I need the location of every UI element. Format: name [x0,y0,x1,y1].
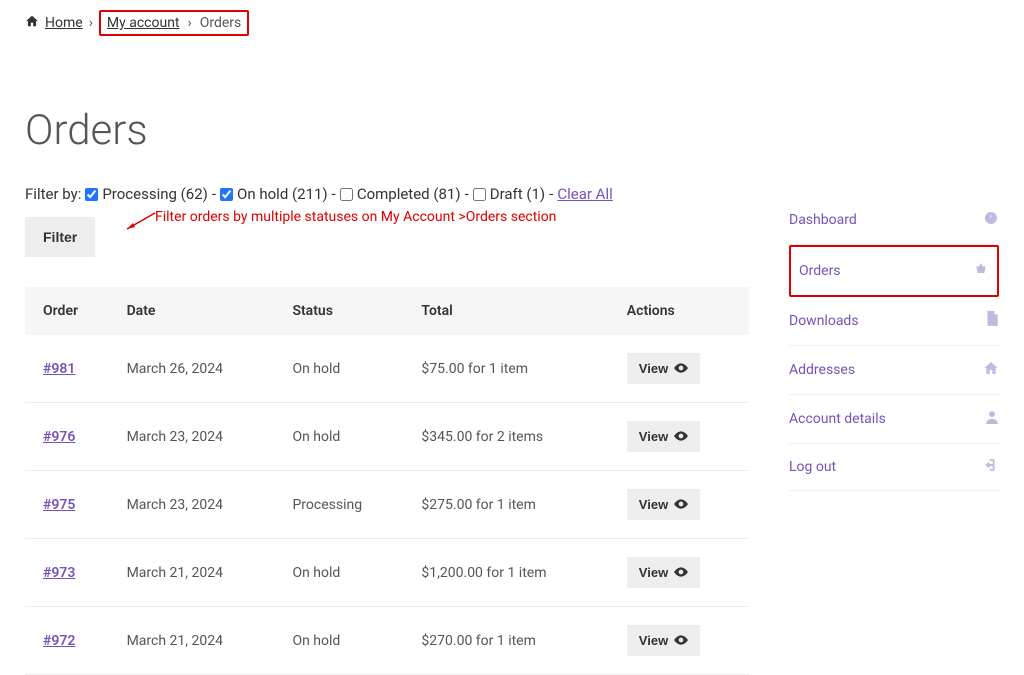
order-link[interactable]: #981 [43,361,75,377]
th-total: Total [409,287,614,335]
sidebar-item-orders[interactable]: Orders [789,245,999,297]
sidebar-item-account-details[interactable]: Account details [789,395,999,444]
order-date: March 23, 2024 [115,471,281,539]
order-link[interactable]: #975 [43,497,75,513]
order-date: March 21, 2024 [115,607,281,675]
order-total: $1,200.00 for 1 item [409,539,614,607]
home-icon [983,360,999,380]
order-status: On hold [280,607,409,675]
sidebar-item-addresses[interactable]: Addresses [789,346,999,395]
orders-table: Order Date Status Total Actions #981 Marc… [25,287,749,675]
view-button[interactable]: View [627,421,700,452]
file-icon [985,311,999,331]
eye-icon [674,565,688,580]
order-total: $75.00 for 1 item [409,335,614,403]
filter-label: Filter by: [25,185,81,203]
eye-icon [674,497,688,512]
view-button[interactable]: View [627,557,700,588]
account-sidebar: Dashboard Orders Downloads Addresses Account… [789,36,999,675]
view-button[interactable]: View [627,625,700,656]
order-link[interactable]: #972 [43,633,75,649]
filter-checkbox-draft[interactable] [473,188,486,201]
sidebar-item-downloads[interactable]: Downloads [789,297,999,346]
filter-checkbox-completed[interactable] [340,188,353,201]
breadcrumb: Home › My account › Orders [0,0,1024,36]
order-status: Processing [280,471,409,539]
order-status: On hold [280,403,409,471]
home-icon [25,14,39,32]
filter-option-label: Processing (62) [102,185,208,203]
sidebar-item-label: Log out [789,459,836,475]
filter-option-label: On hold (211) [237,185,328,203]
page-title: Orders [25,106,749,155]
sidebar-item-label: Account details [789,411,886,427]
breadcrumb-my-account[interactable]: My account [107,15,180,31]
sidebar-item-label: Downloads [789,313,859,329]
order-date: March 26, 2024 [115,335,281,403]
filter-checkbox-onhold[interactable] [220,188,233,201]
user-icon [985,409,999,429]
chevron-right-icon: › [188,15,192,31]
th-status: Status [280,287,409,335]
th-actions: Actions [615,287,749,335]
order-status: On hold [280,335,409,403]
filter-button[interactable]: Filter [25,217,95,257]
filter-option-label: Completed (81) [357,185,461,203]
filter-option-label: Draft (1) [490,185,545,203]
dashboard-icon [983,210,999,230]
annotation-arrow-icon [123,211,157,233]
eye-icon [674,361,688,376]
table-row: #981 March 26, 2024On hold$75.00 for 1 it… [25,335,749,403]
view-button[interactable]: View [627,489,700,520]
annotation-text: Filter orders by multiple statuses on My… [155,209,556,225]
order-link[interactable]: #976 [43,429,75,445]
order-total: $270.00 for 1 item [409,607,614,675]
view-button[interactable]: View [627,353,700,384]
chevron-right-icon: › [89,15,93,31]
basket-icon [973,261,989,281]
order-link[interactable]: #973 [43,565,75,581]
logout-icon [983,458,999,476]
order-total: $275.00 for 1 item [409,471,614,539]
table-row: #972 March 21, 2024On hold$270.00 for 1 i… [25,607,749,675]
order-status: On hold [280,539,409,607]
th-order: Order [25,287,115,335]
table-row: #976 March 23, 2024On hold$345.00 for 2 i… [25,403,749,471]
order-date: March 23, 2024 [115,403,281,471]
breadcrumb-current: Orders [200,15,242,31]
breadcrumb-highlight: My account › Orders [99,10,249,36]
order-date: March 21, 2024 [115,539,281,607]
sidebar-item-label: Orders [799,263,841,279]
sidebar-item-label: Addresses [789,362,855,378]
clear-all-link[interactable]: Clear All [557,185,612,203]
table-row: #975 March 23, 2024Processing$275.00 for … [25,471,749,539]
th-date: Date [115,287,281,335]
sidebar-item-dashboard[interactable]: Dashboard [789,196,999,245]
sidebar-item-label: Dashboard [789,212,857,228]
breadcrumb-home[interactable]: Home [45,15,83,31]
sidebar-item-log-out[interactable]: Log out [789,444,999,491]
eye-icon [674,429,688,444]
eye-icon [674,633,688,648]
order-total: $345.00 for 2 items [409,403,614,471]
filter-checkbox-processing[interactable] [85,188,98,201]
filter-row: Filter by: Processing (62) - On hold (21… [25,185,749,203]
table-row: #973 March 21, 2024On hold$1,200.00 for 1… [25,539,749,607]
